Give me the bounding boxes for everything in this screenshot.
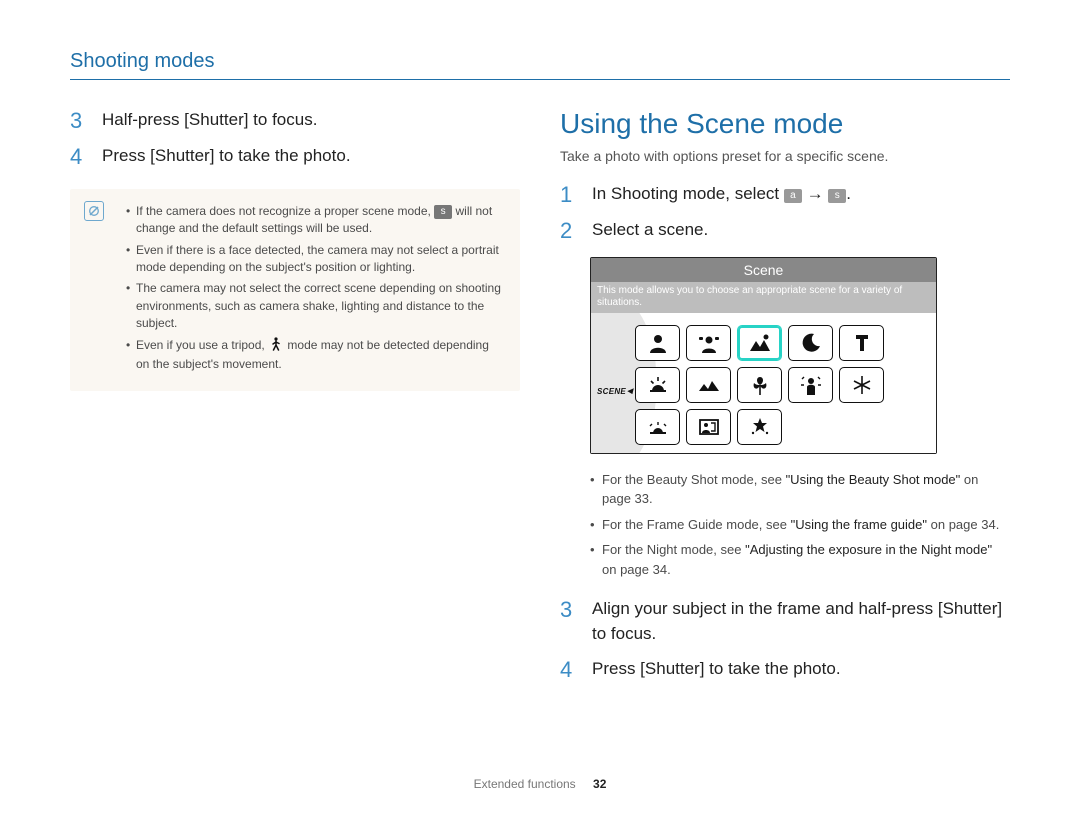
sub-bullet: For the Beauty Shot mode, see "Using the… — [590, 470, 1010, 509]
info-text-pre: Even if you use a tripod, — [136, 338, 268, 352]
scene-dawn-icon[interactable] — [686, 367, 731, 403]
scene-sunset-icon[interactable] — [635, 367, 680, 403]
right-column: Using the Scene mode Take a photo with o… — [560, 108, 1010, 693]
arrow-icon: → — [802, 184, 828, 203]
mode-s-badge-icon: s — [828, 189, 846, 203]
scene-mode-heading: Using the Scene mode — [560, 108, 1010, 140]
step-number: 3 — [560, 597, 578, 646]
scene-frameguide-icon[interactable] — [686, 409, 731, 445]
step-number: 1 — [560, 182, 578, 208]
sub-bullet-emph: "Adjusting the exposure in the Night mod… — [745, 542, 992, 557]
step-3-left: 3 Half-press [Shutter] to focus. — [70, 108, 520, 134]
left-column: 3 Half-press [Shutter] to focus. 4 Press… — [70, 108, 520, 693]
sub-bullet-pre: For the Frame Guide mode, see — [602, 517, 791, 532]
step-4-left: 4 Press [Shutter] to take the photo. — [70, 144, 520, 170]
scene-mode-subdesc: Take a photo with options preset for a s… — [560, 148, 1010, 164]
step-text: Select a scene. — [592, 218, 708, 244]
scene-night-icon[interactable] — [788, 325, 833, 361]
step-number: 4 — [70, 144, 88, 170]
sub-bullet-post: on page 34. — [927, 517, 999, 532]
sub-bullet: For the Night mode, see "Adjusting the e… — [590, 540, 1010, 579]
step-number: 2 — [560, 218, 578, 244]
step-text: In Shooting mode, select a → s. — [592, 182, 851, 208]
scene-badge-icon: s — [434, 205, 452, 219]
scene-portrait-icon[interactable] — [635, 325, 680, 361]
sub-bullet-emph: "Using the frame guide" — [791, 517, 927, 532]
lcd-dial-label: SCENE — [597, 387, 633, 396]
footer-label: Extended functions — [474, 777, 576, 791]
step-2-right: 2 Select a scene. — [560, 218, 1010, 244]
step-text-b: . — [846, 184, 851, 203]
two-column-layout: 3 Half-press [Shutter] to focus. 4 Press… — [70, 108, 1010, 693]
info-bullet: If the camera does not recognize a prope… — [126, 203, 504, 238]
sub-bullet-emph: "Using the Beauty Shot mode" — [786, 472, 961, 487]
info-bullet: Even if you use a tripod, mode may not b… — [126, 337, 504, 374]
shutter-label: Shutter — [645, 659, 700, 678]
lcd-title: Scene — [591, 258, 936, 282]
shutter-label: Shutter — [155, 146, 210, 165]
step-4-right: 4 Press [Shutter] to take the photo. — [560, 657, 1010, 683]
step-text-b: ] to focus. — [244, 110, 318, 129]
mode-a-badge-icon: a — [784, 189, 802, 203]
step-text: Align your subject in the frame and half… — [592, 597, 1010, 646]
info-box: If the camera does not recognize a prope… — [70, 189, 520, 392]
lcd-description: This mode allows you to choose an approp… — [591, 282, 936, 313]
scene-icon-grid — [635, 325, 905, 445]
scene-children-icon[interactable] — [686, 325, 731, 361]
page: Shooting modes 3 Half-press [Shutter] to… — [0, 0, 1080, 815]
title-underline — [70, 79, 1010, 80]
sub-bullet-pre: For the Beauty Shot mode, see — [602, 472, 786, 487]
sub-bullet: For the Frame Guide mode, see "Using the… — [590, 515, 1010, 535]
info-content: If the camera does not recognize a prope… — [126, 203, 504, 374]
step-number: 4 — [560, 657, 578, 683]
step-text-b: ] to take the photo. — [700, 659, 841, 678]
step-text: Half-press [Shutter] to focus. — [102, 108, 317, 134]
step-text: Press [Shutter] to take the photo. — [592, 657, 841, 683]
info-text-pre: If the camera does not recognize a prope… — [136, 204, 434, 218]
scene-text-icon[interactable] — [839, 325, 884, 361]
shutter-label: Shutter — [189, 110, 244, 129]
sub-bullet-post: on page 34. — [602, 562, 671, 577]
info-bullet: The camera may not select the correct sc… — [126, 280, 504, 332]
step-text-a: Half-press [ — [102, 110, 189, 129]
scene-backlight-icon[interactable] — [788, 367, 833, 403]
step-1-right: 1 In Shooting mode, select a → s. — [560, 182, 1010, 208]
scene-beach-snow-icon[interactable] — [635, 409, 680, 445]
shutter-label: Shutter — [943, 599, 998, 618]
lcd-body: SCENE — [591, 313, 936, 453]
step-text-a: Press [ — [592, 659, 645, 678]
step-text-b: ] to take the photo. — [210, 146, 351, 165]
info-bullet: Even if there is a face detected, the ca… — [126, 242, 504, 277]
section-title: Shooting modes — [70, 50, 1010, 73]
step-number: 3 — [70, 108, 88, 134]
step-text-a: Align your subject in the frame and half… — [592, 599, 943, 618]
lcd-screen: Scene This mode allows you to choose an … — [590, 257, 937, 454]
scene-sub-bullets: For the Beauty Shot mode, see "Using the… — [590, 470, 1010, 580]
step-text: Press [Shutter] to take the photo. — [102, 144, 351, 170]
step-3-right: 3 Align your subject in the frame and ha… — [560, 597, 1010, 646]
step-text-a: Press [ — [102, 146, 155, 165]
scene-closeup-icon[interactable] — [737, 367, 782, 403]
person-walk-icon — [270, 337, 282, 356]
note-icon — [84, 201, 104, 221]
scene-fireworks-icon[interactable] — [839, 367, 884, 403]
step-text-a: In Shooting mode, select — [592, 184, 784, 203]
scene-beauty-icon[interactable] — [737, 409, 782, 445]
scene-landscape-icon[interactable] — [737, 325, 782, 361]
sub-bullet-pre: For the Night mode, see — [602, 542, 745, 557]
page-footer: Extended functions 32 — [0, 777, 1080, 791]
page-number: 32 — [593, 777, 606, 791]
